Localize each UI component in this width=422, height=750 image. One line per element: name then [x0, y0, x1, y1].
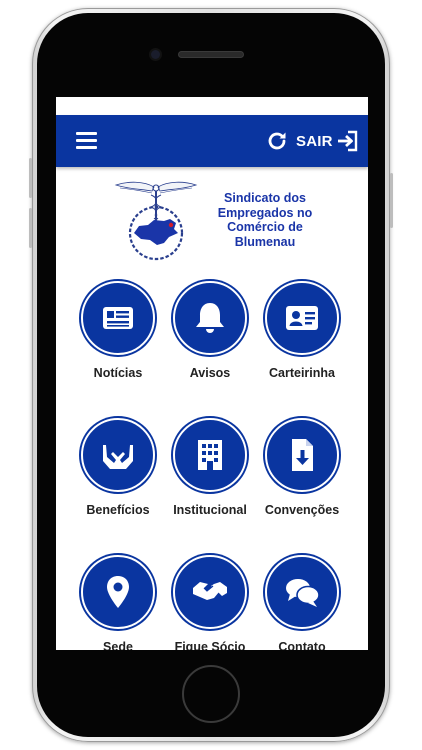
- menu-tile-circle: [265, 555, 339, 629]
- menu-tile-label: Sede: [103, 640, 133, 650]
- building-icon: [198, 440, 222, 470]
- menu-tile-circle: [265, 418, 339, 492]
- menu-tile-label: Institucional: [173, 503, 247, 517]
- status-bar: [56, 97, 368, 115]
- hamburger-menu-icon[interactable]: [76, 132, 97, 149]
- power-button: [390, 173, 393, 228]
- app-screen: SAIR Sindicato dos Empregados no Comérci…: [56, 97, 368, 650]
- menu-tile-label: Convenções: [264, 503, 340, 517]
- menu-tile-label: Contato: [278, 640, 326, 650]
- menu-tile-circle: [265, 281, 339, 355]
- file-download-icon: [292, 439, 313, 471]
- logout-button[interactable]: SAIR: [296, 128, 358, 154]
- menu-tile-circle: [173, 418, 247, 492]
- menu-tile-sede[interactable]: Sede: [70, 555, 166, 650]
- menu-tile-fique-socio[interactable]: Fique Sócio: [162, 555, 258, 650]
- id-card-icon: [286, 306, 318, 330]
- handshake-icon: [193, 582, 227, 600]
- menu-tile-circle: [81, 281, 155, 355]
- logout-label: SAIR: [296, 132, 333, 150]
- union-name-line: Blumenau: [234, 234, 296, 249]
- menu-tile-label: Fique Sócio: [174, 640, 246, 650]
- newspaper-icon: [103, 307, 133, 329]
- refresh-icon[interactable]: [265, 129, 289, 153]
- earpiece-speaker: [179, 52, 243, 57]
- menu-tile-noticias[interactable]: Notícias: [70, 281, 166, 381]
- union-name: Sindicato dos Empregados no Comércio de …: [206, 191, 324, 249]
- menu-tile-circle: [81, 418, 155, 492]
- menu-tile-institucional[interactable]: Institucional: [162, 418, 258, 518]
- union-logo: Sindicato dos Empregados no Comércio de …: [114, 179, 314, 263]
- chat-bubbles-icon: [286, 579, 320, 607]
- menu-tile-contato[interactable]: Contato: [254, 555, 350, 650]
- union-name-line: Sindicato dos: [224, 191, 306, 205]
- home-button[interactable]: [182, 665, 240, 723]
- menu-tile-carteirinha[interactable]: Carteirinha: [254, 281, 350, 381]
- map-marker-icon: [107, 576, 129, 608]
- menu-tile-circle: [173, 555, 247, 629]
- menu-tile-label: Carteirinha: [269, 366, 335, 380]
- volume-button: [29, 208, 32, 248]
- menu-tile-circle: [173, 281, 247, 355]
- menu-tile-label: Avisos: [189, 366, 231, 380]
- union-name-line: Comércio de: [227, 220, 303, 234]
- helping-hands-icon: [103, 445, 133, 469]
- volume-button: [29, 158, 32, 198]
- menu-tile-label: Notícias: [93, 366, 143, 380]
- menu-tile-circle: [81, 555, 155, 629]
- menu-tile-avisos[interactable]: Avisos: [162, 281, 258, 381]
- menu-tile-beneficios[interactable]: Benefícios: [70, 418, 166, 518]
- union-name-line: Empregados no: [217, 205, 313, 220]
- front-camera: [151, 50, 160, 59]
- exit-icon: [337, 130, 357, 152]
- app-header: SAIR: [56, 115, 368, 167]
- caduceus-map-emblem: [114, 181, 198, 261]
- menu-tile-convencoes[interactable]: Convenções: [254, 418, 350, 518]
- menu-tile-label: Benefícios: [86, 503, 150, 517]
- bell-icon: [196, 303, 224, 333]
